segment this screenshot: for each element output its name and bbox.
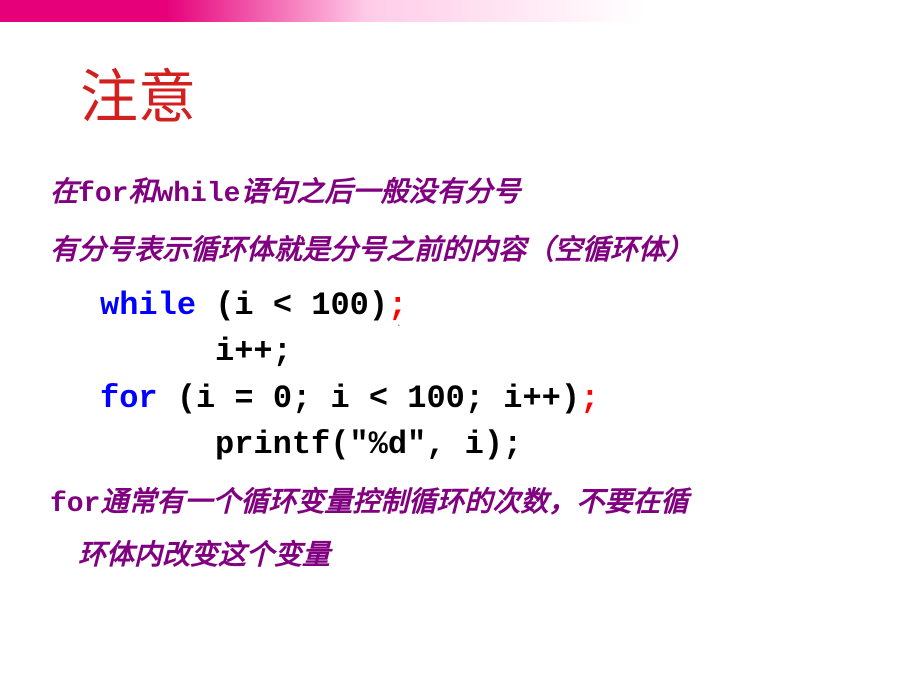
code-text-1: (i < 100) — [196, 287, 388, 324]
code-text-3: (i = 0; i < 100; i++) — [158, 380, 580, 417]
paragraph-3: for通常有一个循环变量控制循环的次数，不要在循 — [50, 478, 900, 530]
keyword-while-code: while — [100, 287, 196, 324]
slide-content: 注意 在for和while语句之后一般没有分号 有分号表示循环体就是分号之前的内… — [50, 50, 900, 581]
keyword-for-2: for — [50, 489, 100, 520]
text-post: 语句之后一般没有分号 — [240, 177, 520, 208]
keyword-for-code: for — [100, 380, 158, 417]
paragraph-3-cont: 环体内改变这个变量 — [78, 531, 900, 581]
code-line-3: for (i = 0; i < 100; i++); — [100, 376, 900, 422]
slide-title: 注意 — [80, 50, 900, 134]
text-mid: 和 — [128, 177, 156, 208]
text-pre: 在 — [50, 177, 78, 208]
keyword-while: while — [156, 179, 240, 210]
paragraph-2: 有分号表示循环体就是分号之前的内容（空循环体） — [50, 226, 900, 276]
semicolon-2: ; — [580, 380, 599, 417]
code-line-2: i++; — [100, 329, 900, 375]
text-p3: 通常有一个循环变量控制循环的次数，不要在循 — [100, 487, 688, 518]
code-block: while (i < 100); i++; for (i = 0; i < 10… — [100, 283, 900, 469]
page-marker: . — [397, 314, 401, 329]
code-line-1: while (i < 100); — [100, 283, 900, 329]
code-line-4: printf("%d", i); — [100, 422, 900, 468]
header-bar — [0, 0, 920, 22]
paragraph-1: 在for和while语句之后一般没有分号 — [50, 168, 900, 220]
keyword-for: for — [78, 179, 128, 210]
